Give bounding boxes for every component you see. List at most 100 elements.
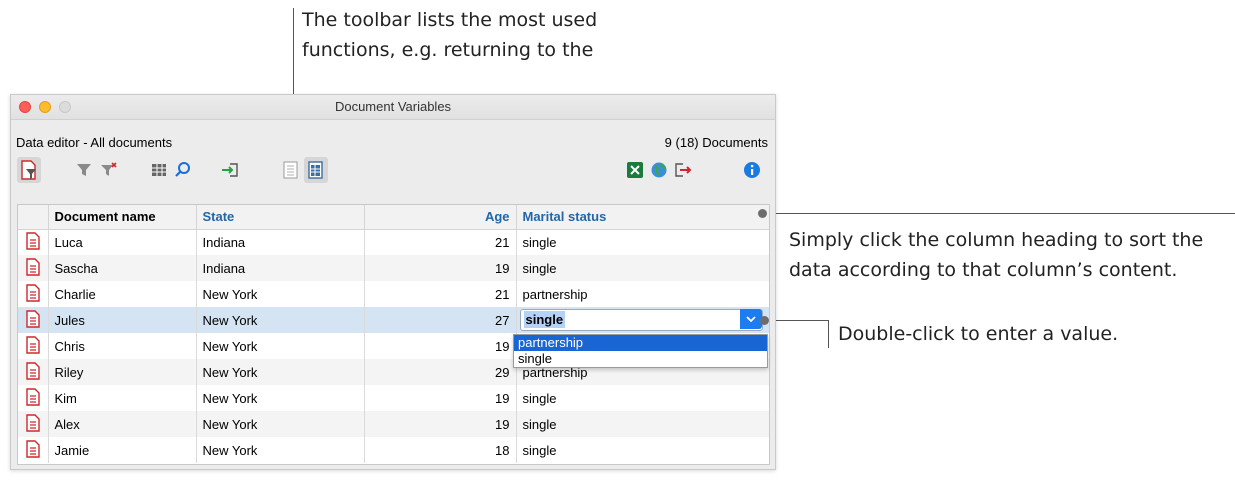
search-icon (175, 162, 190, 177)
table-row[interactable]: Luca Indiana 21 single (18, 229, 769, 255)
document-icon (26, 335, 40, 354)
document-icon (26, 439, 40, 458)
clear-filter-button[interactable] (97, 157, 121, 183)
excel-export-button[interactable] (623, 157, 647, 183)
document-icon (26, 413, 40, 432)
document-icon (26, 309, 40, 328)
cell-state[interactable]: Indiana (196, 255, 365, 281)
columns-button[interactable] (147, 157, 171, 183)
table-row[interactable]: Jamie New York 18 single (18, 437, 769, 463)
cell-state[interactable]: New York (196, 437, 365, 463)
document-icon-cell[interactable] (18, 255, 49, 281)
sort-callout-text-1: Simply click the column heading to sort … (789, 229, 1204, 251)
chevron-down-icon[interactable] (740, 309, 762, 329)
filter-document-icon (21, 160, 36, 180)
cell-document-name[interactable]: Sascha (48, 255, 197, 281)
edit-callout-dot (760, 316, 769, 325)
table-row[interactable]: Alex New York 19 single (18, 411, 769, 437)
info-button[interactable] (740, 157, 764, 183)
table-row[interactable]: Jules New York 27 single (18, 307, 769, 333)
cell-document-name[interactable]: Jules (48, 307, 197, 333)
document-icon (26, 232, 40, 250)
cell-state[interactable]: New York (196, 411, 365, 437)
filter-button[interactable] (72, 157, 96, 183)
document-icon (26, 387, 40, 406)
search-button[interactable] (171, 157, 195, 183)
cell-age[interactable]: 19 (364, 385, 517, 411)
export-button[interactable] (671, 157, 695, 183)
document-icon-cell[interactable] (18, 411, 49, 437)
column-header-document-name[interactable]: Document name (48, 205, 197, 230)
cell-age[interactable]: 29 (364, 359, 517, 385)
document-icon-cell[interactable] (18, 281, 49, 307)
excel-export-icon (627, 162, 643, 178)
cell-age[interactable]: 19 (364, 411, 517, 437)
dropdown-option-single[interactable]: single (514, 351, 767, 367)
cell-document-name[interactable]: Jamie (48, 437, 197, 463)
cell-state[interactable]: New York (196, 333, 365, 359)
cell-age[interactable]: 21 (364, 281, 517, 307)
web-export-button[interactable] (647, 157, 671, 183)
cell-age[interactable]: 21 (364, 229, 517, 255)
cell-document-name[interactable]: Riley (48, 359, 197, 385)
cell-state[interactable]: Indiana (196, 229, 365, 255)
table-row[interactable]: Charlie New York 21 partnership (18, 281, 769, 307)
cell-document-name[interactable]: Charlie (48, 281, 197, 307)
cell-state[interactable]: New York (196, 307, 365, 333)
cell-state[interactable]: New York (196, 385, 365, 411)
column-header-marital-status[interactable]: Marital status (516, 205, 769, 230)
export-icon (675, 163, 692, 177)
cell-age[interactable]: 19 (364, 255, 517, 281)
data-editor-label: Data editor - All documents (16, 135, 173, 150)
document-icon-cell[interactable] (18, 307, 49, 333)
cell-document-name[interactable]: Alex (48, 411, 197, 437)
cell-age[interactable]: 18 (364, 437, 517, 463)
cell-document-name[interactable]: Chris (48, 333, 197, 359)
sort-callout-text-2: data according to that column’s content. (789, 259, 1178, 281)
column-header-age[interactable]: Age (364, 205, 517, 230)
column-header-state[interactable]: State (196, 205, 365, 230)
table-row[interactable]: Kim New York 19 single (18, 385, 769, 411)
document-icon (26, 257, 40, 276)
document-icon-cell[interactable] (18, 333, 49, 359)
document-icon (26, 283, 40, 302)
icon-column-header[interactable] (18, 205, 49, 230)
list-view-icon (283, 161, 298, 179)
document-icon-cell[interactable] (18, 437, 49, 463)
marital-status-combobox[interactable]: single (519, 309, 763, 331)
cell-state[interactable]: New York (196, 281, 365, 307)
cell-marital-status[interactable]: single (516, 437, 769, 463)
filter-icon (77, 164, 91, 176)
edit-callout-vline (828, 320, 829, 348)
document-icon-cell[interactable] (18, 359, 49, 385)
cell-marital-status[interactable]: single (516, 229, 769, 255)
title-bar: Document Variables (11, 95, 775, 120)
toolbar-callout-text-2: functions, e.g. returning to the (302, 39, 594, 61)
cell-state[interactable]: New York (196, 359, 365, 385)
columns-icon (152, 164, 166, 176)
web-export-icon (651, 162, 667, 178)
document-icon-cell[interactable] (18, 229, 49, 255)
list-view-button[interactable] (279, 157, 303, 183)
filter-document-button[interactable] (17, 157, 41, 183)
cell-marital-status[interactable]: single (516, 255, 769, 281)
cell-document-name[interactable]: Kim (48, 385, 197, 411)
cell-document-name[interactable]: Luca (48, 229, 197, 255)
table-header-row: Document name State Age Marital status (18, 205, 769, 230)
cell-marital-status[interactable]: partnership (516, 281, 769, 307)
table-view-button[interactable] (304, 157, 328, 183)
sort-callout-dot (758, 209, 767, 218)
table-row[interactable]: Sascha Indiana 19 single (18, 255, 769, 281)
cell-age[interactable]: 27 (364, 307, 517, 333)
clear-filter-icon (101, 162, 117, 176)
toolbar (11, 152, 775, 188)
cell-marital-status[interactable]: single (516, 385, 769, 411)
document-icon-cell[interactable] (18, 385, 49, 411)
cell-marital-status[interactable]: single (516, 411, 769, 437)
import-button[interactable] (218, 157, 242, 183)
dropdown-option-partnership[interactable]: partnership (514, 335, 767, 351)
cell-marital-status-editor[interactable]: single (516, 307, 769, 333)
sort-callout-line (763, 213, 1235, 214)
cell-age[interactable]: 19 (364, 333, 517, 359)
document-icon (26, 361, 40, 380)
